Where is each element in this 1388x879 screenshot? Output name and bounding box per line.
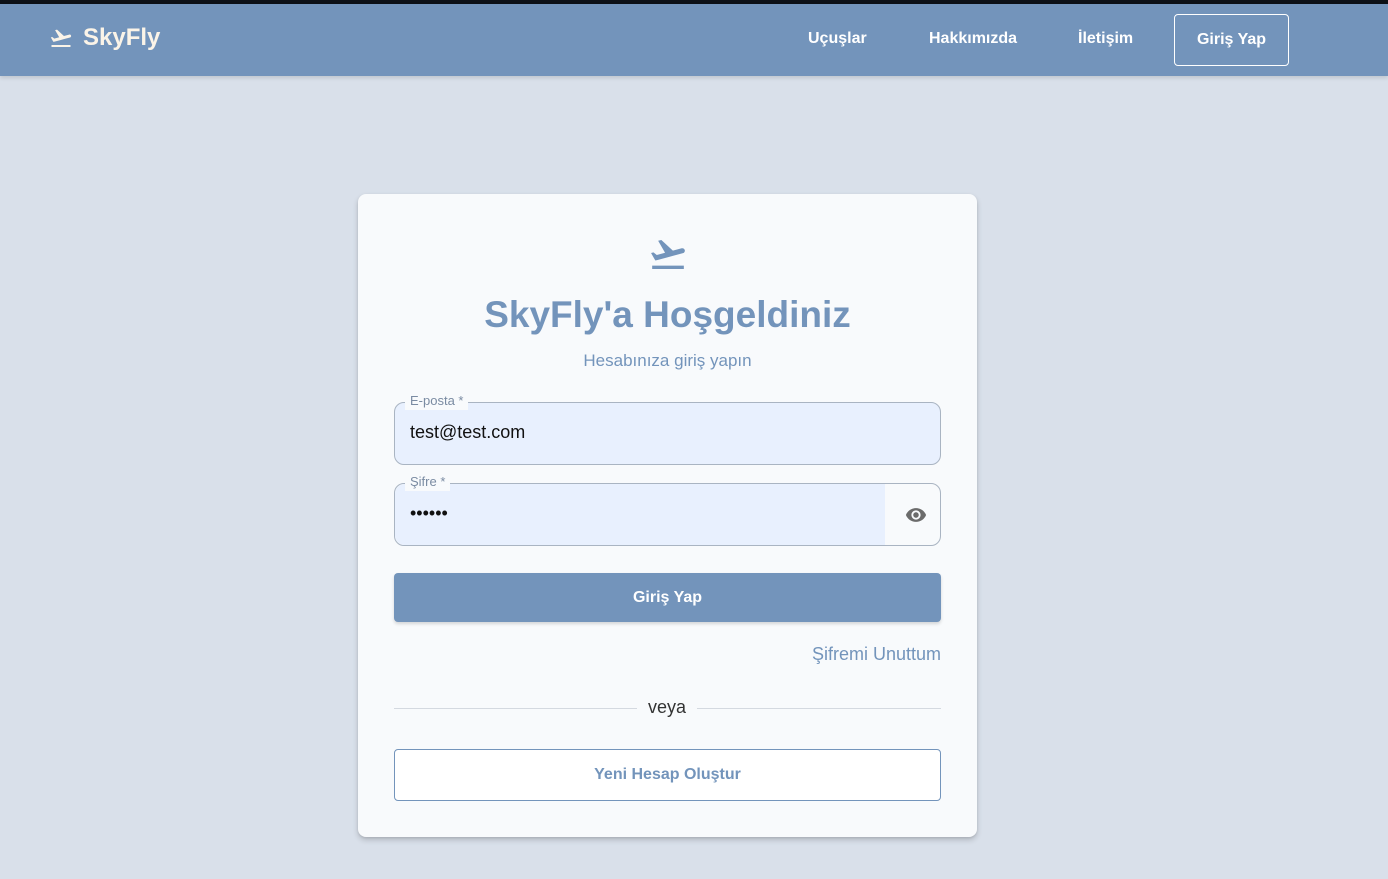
nav-link-about[interactable]: Hakkımızda [929,30,1017,48]
divider-left [394,708,637,709]
flight-takeoff-icon [49,26,73,50]
brand-name: SkyFly [83,24,161,51]
email-input[interactable] [410,422,870,443]
nav-login-button[interactable]: Giriş Yap [1174,14,1289,66]
navbar: SkyFly Uçuşlar Hakkımızda İletişim Giriş… [0,4,1388,76]
login-button[interactable]: Giriş Yap [394,573,941,622]
password-input[interactable]: •••••• [410,503,870,524]
password-label: Şifre * [405,473,451,491]
divider-label: veya [647,697,687,717]
brand-logo[interactable]: SkyFly [49,24,160,52]
email-field[interactable]: E-posta * [394,392,941,465]
eye-icon[interactable] [903,504,929,526]
divider-right [697,708,941,709]
create-account-button[interactable]: Yeni Hesap Oluştur [394,749,941,801]
email-label: E-posta * [405,392,469,410]
login-card: SkyFly'a Hoşgeldiniz Hesabınıza giriş ya… [358,194,977,837]
page-subtitle: Hesabınıza giriş yapın [583,351,752,370]
forgot-password-link[interactable]: Şifremi Unuttum [812,644,941,665]
nav-link-flights[interactable]: Uçuşlar [808,30,867,48]
nav-link-contact[interactable]: İletişim [1078,30,1133,48]
flight-takeoff-icon [646,234,690,274]
page-title: SkyFly'a Hoşgeldiniz [484,294,851,335]
password-field[interactable]: Şifre * •••••• [394,473,941,546]
